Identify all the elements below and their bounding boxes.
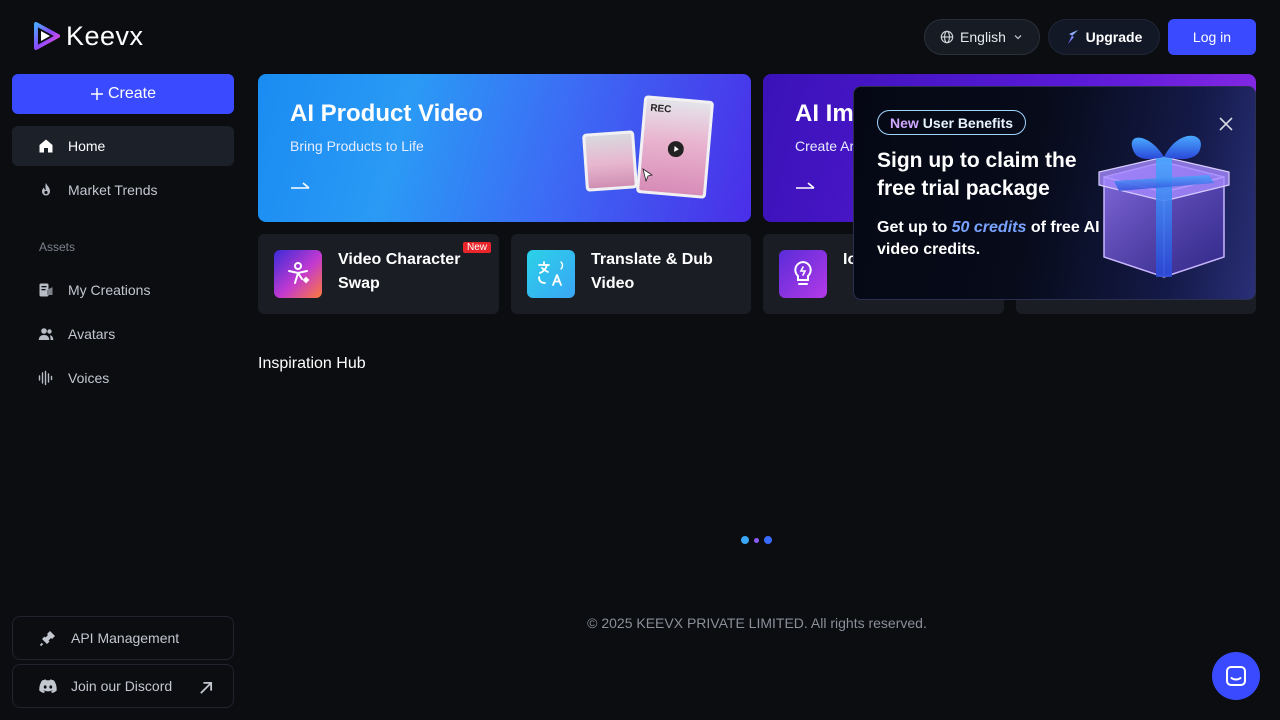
tag-user-benefits: User Benefits	[922, 114, 1014, 131]
plug-icon	[39, 631, 55, 647]
loader-dot	[741, 536, 749, 544]
new-user-benefits-popup[interactable]: New User Benefits Sign up to claim the f…	[853, 86, 1256, 300]
join-discord-button[interactable]: Join our Discord	[12, 664, 234, 708]
sidebar-item-label: Home	[68, 138, 106, 154]
brand-logo[interactable]: Keevx	[30, 20, 144, 52]
waveform-icon	[38, 370, 53, 386]
sidebar-item-voices[interactable]: Voices	[12, 358, 234, 398]
login-button[interactable]: Log in	[1168, 19, 1256, 55]
logo-play-icon	[34, 22, 60, 50]
popup-text-before: Get up to	[877, 219, 952, 236]
tag-new: New	[890, 114, 919, 131]
discord-icon	[39, 679, 57, 693]
sidebar-item-label: Voices	[68, 370, 110, 386]
plus-icon	[90, 88, 103, 100]
creations-icon	[39, 283, 53, 297]
arrow-right-icon	[796, 182, 815, 189]
external-link-icon	[200, 681, 213, 694]
gift-box-icon	[1098, 135, 1230, 278]
sidebar-item-market-trends[interactable]: Market Trends	[12, 170, 234, 210]
footer-copyright: © 2025 KEEVX PRIVATE LIMITED. All rights…	[587, 615, 927, 631]
tool-translate-dub[interactable]: Translate & Dub Video	[511, 234, 751, 314]
bottom-item-label: Join our Discord	[71, 678, 173, 694]
loader-dot	[764, 536, 772, 544]
upgrade-arrow-icon	[1067, 30, 1078, 44]
product-photo-small	[582, 130, 638, 192]
sidebar-item-label: My Creations	[68, 282, 151, 298]
lightbulb-icon	[779, 250, 827, 298]
popup-credits: 50 credits	[951, 219, 1027, 236]
banner-subtitle: Create Ar	[795, 138, 855, 154]
popup-title: Sign up to claim the free trial package	[877, 149, 1077, 200]
new-user-benefits-tag: New User Benefits	[877, 110, 1027, 135]
new-badge: New	[462, 242, 491, 253]
loader-dot	[754, 537, 759, 543]
close-icon[interactable]	[1219, 117, 1233, 131]
upgrade-button[interactable]: Upgrade	[1048, 19, 1160, 55]
sidebar-item-my-creations[interactable]: My Creations	[12, 270, 234, 310]
flame-icon	[42, 183, 50, 196]
chevron-down-icon	[1014, 35, 1022, 40]
chat-icon	[1226, 666, 1246, 686]
brand-name: Keevx	[66, 20, 144, 51]
product-photo-large: REC	[635, 95, 715, 199]
create-label: Create	[107, 85, 157, 102]
character-swap-icon	[274, 250, 322, 298]
popup-description: Get up to 50 credits of free AI video cr…	[877, 217, 1107, 261]
globe-icon	[940, 30, 954, 44]
banner-title: AI Im	[795, 100, 854, 127]
language-selector[interactable]: English	[924, 19, 1040, 55]
translate-icon	[527, 250, 575, 298]
tool-title: Video Character Swap	[338, 251, 461, 292]
chat-support-button[interactable]	[1212, 652, 1260, 700]
language-label: English	[960, 29, 1006, 45]
home-icon	[39, 139, 53, 153]
sidebar-item-label: Avatars	[68, 326, 116, 342]
arrow-right-icon	[291, 182, 310, 189]
users-icon	[38, 328, 54, 340]
sidebar-item-label: Market Trends	[68, 182, 158, 198]
sidebar-item-avatars[interactable]: Avatars	[12, 314, 234, 354]
loading-indicator	[741, 536, 772, 544]
play-icon	[667, 141, 684, 158]
rec-label: REC	[649, 102, 672, 116]
bottom-item-label: API Management	[71, 630, 180, 646]
banner-ai-product-video[interactable]: AI Product Video Bring Products to Life …	[258, 74, 751, 222]
upgrade-label: Upgrade	[1085, 29, 1143, 45]
create-button[interactable]: Create	[12, 74, 234, 114]
tool-title: Translate & Dub Video	[591, 251, 713, 292]
cursor-icon	[642, 168, 653, 182]
banner-title: AI Product Video	[290, 100, 483, 127]
tool-video-character-swap[interactable]: Video Character Swap New	[258, 234, 499, 314]
sidebar-item-home[interactable]: Home	[12, 126, 234, 166]
inspiration-hub-title: Inspiration Hub	[258, 355, 366, 372]
banner-subtitle: Bring Products to Life	[290, 138, 424, 154]
sidebar-section-assets: Assets	[39, 240, 76, 254]
